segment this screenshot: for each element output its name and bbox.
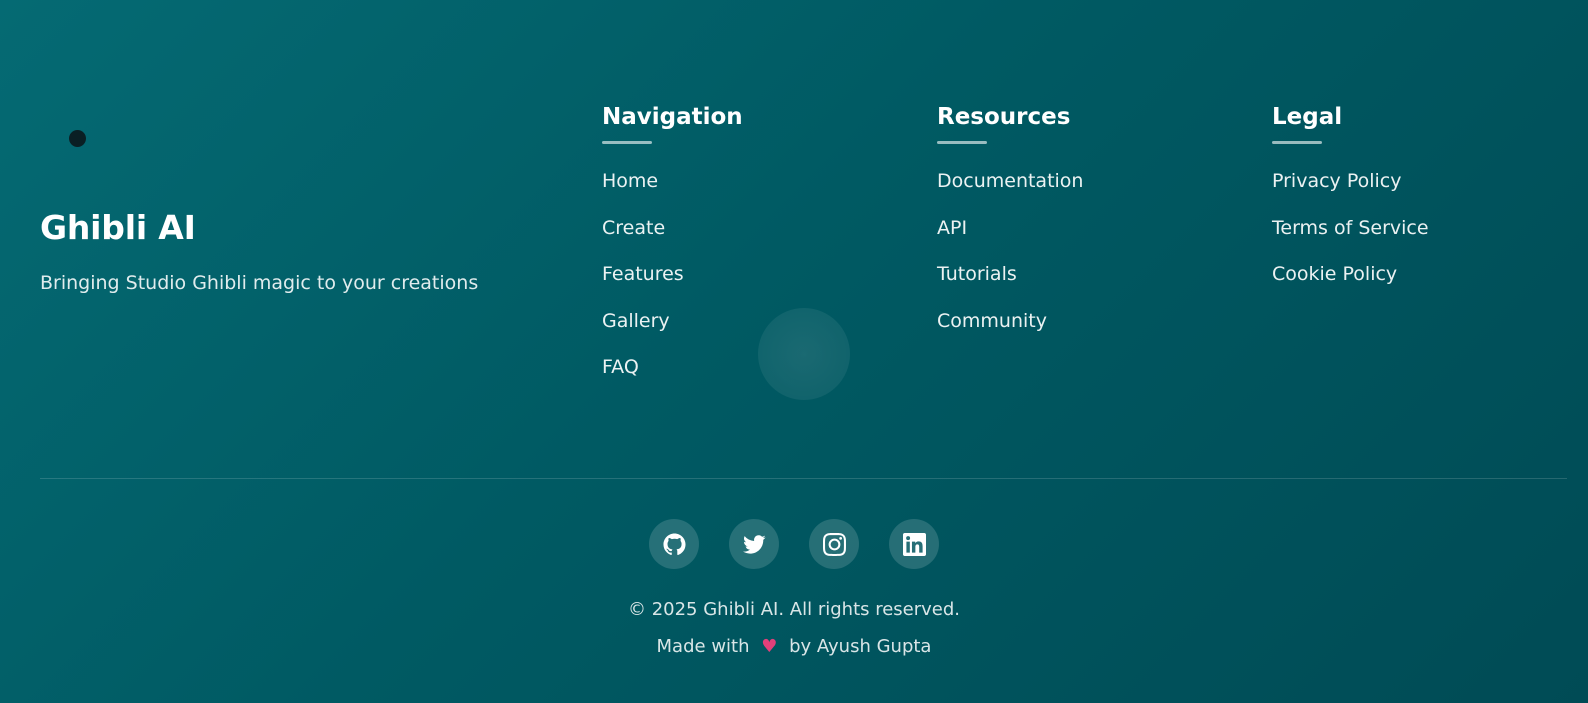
- footer-link-faq[interactable]: FAQ: [602, 344, 743, 391]
- footer-link-privacy-policy[interactable]: Privacy Policy: [1272, 158, 1429, 205]
- decorative-dot: [69, 130, 86, 147]
- footer-column-resources: Resources Documentation API Tutorials Co…: [937, 102, 1083, 344]
- footer-link-terms-of-service[interactable]: Terms of Service: [1272, 205, 1429, 252]
- footer-link-tutorials[interactable]: Tutorials: [937, 251, 1083, 298]
- footer-link-community[interactable]: Community: [937, 298, 1083, 345]
- footer-link-home[interactable]: Home: [602, 158, 743, 205]
- footer-link-cookie-policy[interactable]: Cookie Policy: [1272, 251, 1429, 298]
- twitter-icon: [742, 534, 766, 554]
- footer-divider: [40, 478, 1567, 479]
- linkedin-icon: [902, 532, 926, 556]
- column-title: Resources: [937, 104, 1071, 130]
- column-title-underline: [602, 141, 652, 144]
- link-list: Documentation API Tutorials Community: [937, 158, 1083, 344]
- footer-link-documentation[interactable]: Documentation: [937, 158, 1083, 205]
- link-list: Privacy Policy Terms of Service Cookie P…: [1272, 158, 1429, 298]
- column-title-underline: [937, 141, 987, 144]
- copyright-text: © 2025 Ghibli AI. All rights reserved.: [627, 599, 961, 620]
- brand-tagline: Bringing Studio Ghibli magic to your cre…: [40, 272, 479, 294]
- instagram-link[interactable]: [809, 519, 859, 569]
- credit-author: by Ayush Gupta: [789, 636, 932, 657]
- footer-column-navigation: Navigation Home Create Features Gallery …: [602, 102, 743, 391]
- linkedin-link[interactable]: [889, 519, 939, 569]
- column-title: Legal: [1272, 104, 1343, 130]
- link-list: Home Create Features Gallery FAQ: [602, 158, 743, 391]
- footer-link-features[interactable]: Features: [602, 251, 743, 298]
- credit-line: Made with ♥ by Ayush Gupta: [0, 636, 1588, 657]
- social-links: [0, 519, 1588, 569]
- column-title-underline: [1272, 141, 1322, 144]
- site-footer: Ghibli AI Bringing Studio Ghibli magic t…: [0, 0, 1588, 703]
- github-link[interactable]: [649, 519, 699, 569]
- credit-prefix: Made with: [656, 636, 750, 657]
- brand-title: Ghibli AI: [40, 208, 196, 247]
- github-icon: [662, 532, 686, 555]
- twitter-link[interactable]: [729, 519, 779, 569]
- footer-link-gallery[interactable]: Gallery: [602, 298, 743, 345]
- decorative-bubble: [758, 308, 850, 400]
- footer-column-legal: Legal Privacy Policy Terms of Service Co…: [1272, 102, 1429, 298]
- heart-icon: ♥: [761, 636, 778, 657]
- footer-link-api[interactable]: API: [937, 205, 1083, 252]
- footer-link-create[interactable]: Create: [602, 205, 743, 252]
- instagram-icon: [822, 532, 846, 556]
- column-title: Navigation: [602, 104, 743, 130]
